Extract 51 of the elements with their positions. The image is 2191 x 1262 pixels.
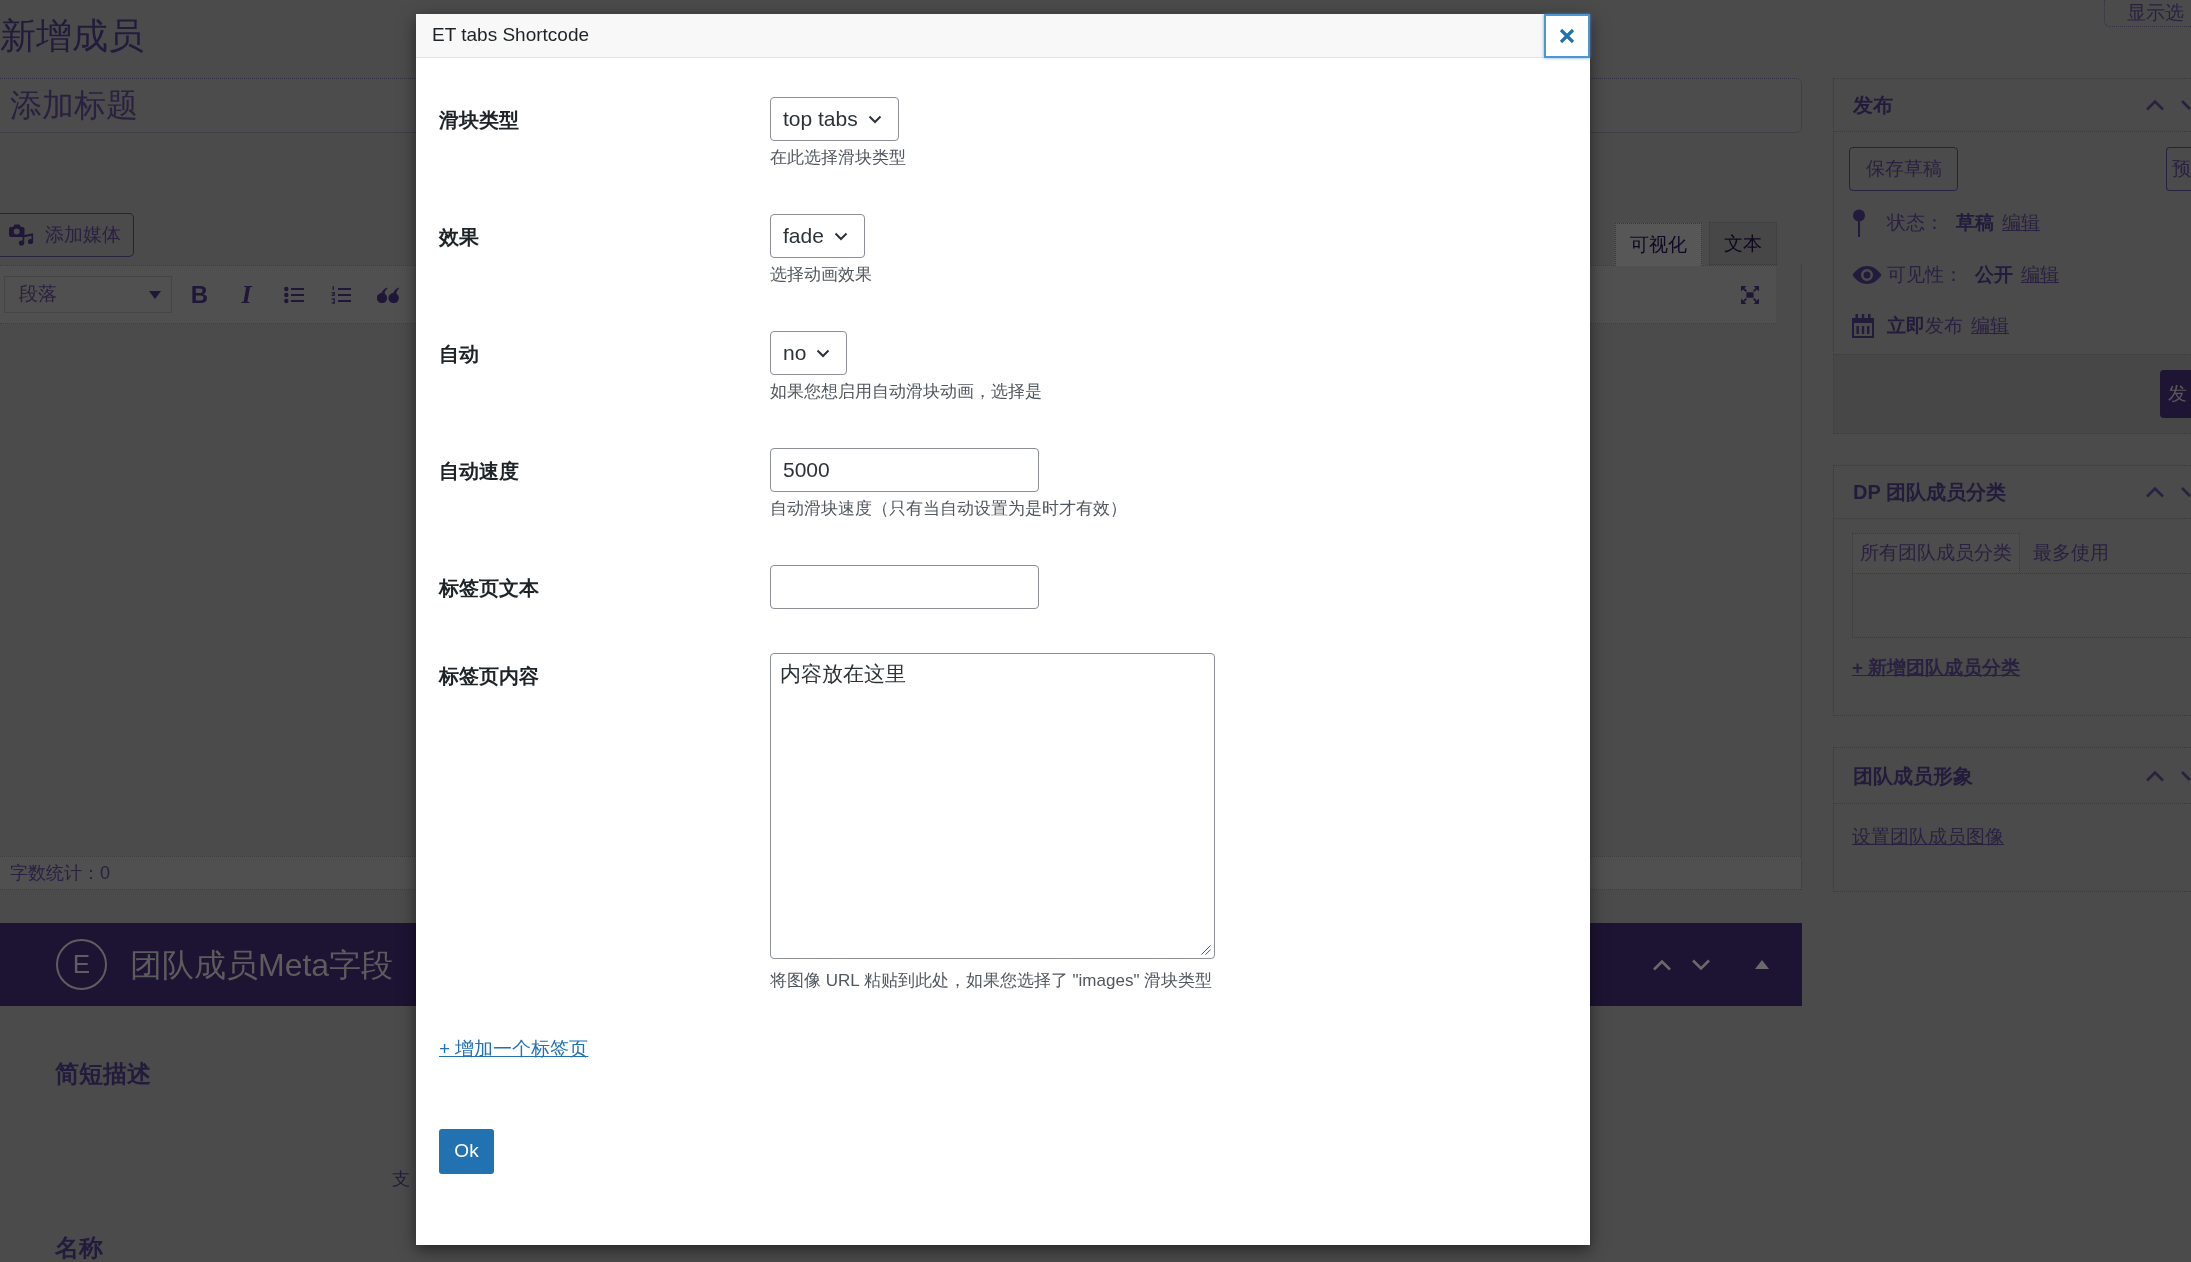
help-text: 将图像 URL 粘贴到此处，如果您选择了 "images" 滑块类型 <box>770 970 1214 992</box>
media-icon <box>8 224 34 246</box>
bold-toggle[interactable]: B <box>190 280 209 309</box>
dropdown[interactable]: top tabs <box>770 97 899 141</box>
field-label: 自动 <box>439 343 479 365</box>
editor-tab[interactable]: 文本 <box>1709 222 1777 265</box>
eye-icon <box>1852 265 1882 285</box>
triangle-up-icon[interactable] <box>1755 960 1769 969</box>
chevron-up-icon[interactable] <box>1652 958 1672 971</box>
chevron-up-icon[interactable] <box>2145 486 2165 498</box>
publish-button[interactable]: 发 <box>2160 370 2191 418</box>
textarea-field[interactable]: 内容放在这里 <box>770 653 1215 959</box>
resize-grip-icon[interactable] <box>1201 945 1211 955</box>
dropdown[interactable]: fade <box>770 214 865 258</box>
help-text: 如果您想启用自动滑块动画，选择是 <box>770 381 1042 403</box>
chevron-up-icon[interactable] <box>2145 99 2165 111</box>
dropdown[interactable]: no <box>770 331 848 375</box>
chevron-down-icon[interactable] <box>1691 958 1711 971</box>
chevron-down-icon[interactable] <box>2180 769 2191 782</box>
bulleted-list-icon[interactable] <box>283 285 304 304</box>
text-input[interactable]: 5000 <box>770 448 1039 492</box>
caret-down-icon <box>149 290 161 299</box>
editor-tab[interactable]: 可视化 <box>1615 223 1702 266</box>
chevron-down-icon <box>833 231 848 241</box>
field-label: 自动速度 <box>439 460 519 482</box>
add-tab-link[interactable]: + 增加一个标签页 <box>439 1037 589 1061</box>
field-label: 滑块类型 <box>439 109 519 131</box>
close-button[interactable] <box>1544 13 1590 58</box>
chevron-down-icon[interactable] <box>2180 99 2191 111</box>
italic-toggle[interactable]: I <box>241 280 252 309</box>
calendar-icon <box>1852 314 1874 338</box>
chevron-down-icon <box>867 114 882 124</box>
field-label: 效果 <box>439 226 479 248</box>
close-icon <box>1559 27 1575 44</box>
help-text: 自动滑块速度（只有当自动设置为是时才有效） <box>770 498 1127 520</box>
meta-box-title: 团队成员Meta字段 <box>130 945 394 985</box>
pin-icon <box>1852 209 1866 237</box>
chevron-down-icon <box>816 348 831 358</box>
fullscreen-icon[interactable] <box>1741 285 1759 304</box>
field-label: 标签页文本 <box>439 577 539 599</box>
help-text: 在此选择滑块类型 <box>770 147 906 169</box>
letter-logo: E <box>56 939 107 990</box>
dialog-title: ET tabs Shortcode <box>432 23 590 48</box>
field-label: 标签页内容 <box>439 665 539 687</box>
chevron-down-icon[interactable] <box>2180 486 2191 498</box>
help-text: 选择动画效果 <box>770 264 872 286</box>
ok-button[interactable]: Ok <box>439 1129 494 1174</box>
chevron-up-icon[interactable] <box>2145 769 2165 782</box>
text-input[interactable] <box>770 565 1039 609</box>
blockquote-icon[interactable] <box>376 286 399 303</box>
numbered-list-icon[interactable] <box>330 285 351 304</box>
